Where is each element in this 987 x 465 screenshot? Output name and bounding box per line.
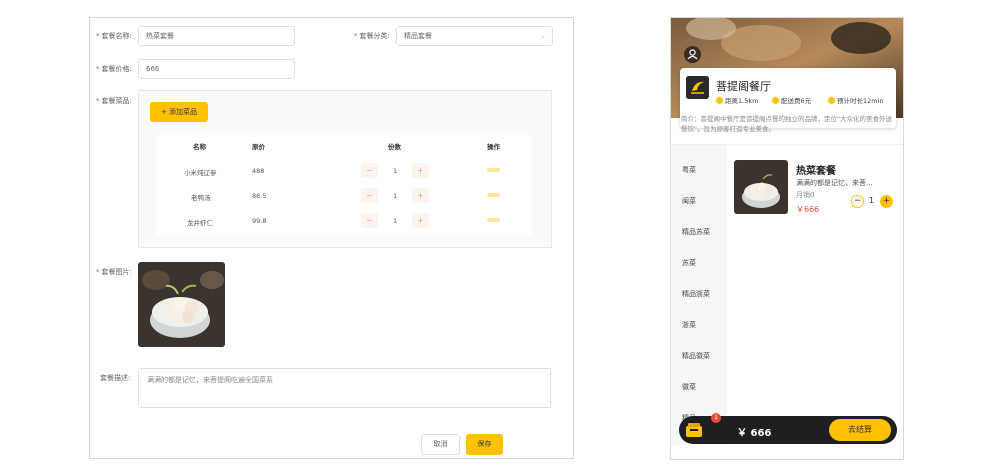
- delivery-fee-info: 配送费6元: [772, 95, 811, 105]
- col-header-name: 名称: [193, 143, 206, 151]
- dumpling-photo: [138, 262, 225, 347]
- chevron-down-icon: ⌄: [540, 32, 546, 40]
- setmeal-price-label: * 套餐价格:: [96, 65, 132, 73]
- location-icon: [716, 97, 723, 104]
- qty-minus-button[interactable]: −: [361, 163, 378, 178]
- category-item[interactable]: 精品苏菜: [682, 227, 710, 237]
- setmeal-category-label: * 套餐分类:: [354, 32, 390, 40]
- item-plus-button[interactable]: +: [880, 195, 893, 208]
- cart-bar: 1 ￥ 666 去结算: [679, 413, 897, 444]
- delete-dish-button[interactable]: [487, 168, 500, 172]
- category-sidebar: 粤菜 闽菜 精品苏菜 苏菜 精品浙菜 浙菜 精品徽菜 徽菜 精品: [671, 145, 727, 445]
- qty-plus-button[interactable]: +: [412, 188, 429, 203]
- setmeal-image-label: * 套餐图片:: [96, 268, 132, 276]
- col-header-price: 原价: [252, 143, 265, 151]
- menu-item-price: ￥666: [796, 205, 820, 214]
- category-item[interactable]: 苏菜: [682, 258, 696, 268]
- setmeal-edit-form: * 套餐名称: 热菜套餐 * 套餐分类: 精品套餐 ⌄ * 套餐价格: 666 * 套餐…: [89, 17, 574, 459]
- mobile-preview: 菩提阁餐厅 距离1.5km 配送费6元 预计时长12min 简介：菩提阁中餐厅是…: [670, 17, 904, 460]
- dish-name-cell: 老鸭汤: [191, 194, 211, 202]
- delete-dish-button[interactable]: [487, 218, 500, 222]
- menu-item-name: 热菜套餐: [796, 166, 836, 177]
- shop-logo-icon: [686, 76, 709, 99]
- qty-value[interactable]: 1: [393, 192, 397, 200]
- item-minus-button[interactable]: −: [851, 195, 864, 208]
- required-mark: *: [96, 32, 100, 40]
- required-mark: *: [96, 97, 100, 105]
- dish-name-cell: 小米炖辽参: [184, 169, 217, 177]
- setmeal-price-input[interactable]: 666: [138, 59, 295, 79]
- setmeal-category-select[interactable]: 精品套餐 ⌄: [396, 26, 553, 46]
- required-mark: *: [96, 65, 100, 73]
- category-item[interactable]: 精品浙菜: [682, 289, 710, 299]
- qty-value[interactable]: 1: [393, 217, 397, 225]
- qty-value[interactable]: 1: [393, 167, 397, 175]
- save-button[interactable]: 保存: [466, 434, 503, 455]
- cart-count-badge: 1: [711, 413, 721, 423]
- item-count: 1: [869, 196, 875, 205]
- distance-info: 距离1.5km: [716, 95, 758, 105]
- required-mark: *: [354, 32, 358, 40]
- col-header-portions: 份数: [388, 143, 401, 151]
- cancel-button[interactable]: 取消: [421, 434, 460, 455]
- setmeal-desc-textarea[interactable]: 满满的都是记忆，来菩提阁吃遍全国菜系: [138, 368, 551, 408]
- user-icon[interactable]: [684, 46, 701, 63]
- dish-section: + 添加菜品 名称 原价 份数 操作 小米炖辽参 488 − 1 + 老鸭汤 8…: [138, 90, 552, 248]
- col-header-actions: 操作: [487, 143, 500, 151]
- dish-price-cell: 86.5: [252, 192, 267, 200]
- dish-price-cell: 99.8: [252, 217, 267, 225]
- menu-item-sales: 月销0: [796, 191, 815, 199]
- shop-name: 菩提阁餐厅: [716, 80, 771, 93]
- add-dish-button[interactable]: + 添加菜品: [150, 102, 208, 122]
- delete-dish-button[interactable]: [487, 193, 500, 197]
- category-item[interactable]: 精品徽菜: [682, 351, 710, 361]
- shop-intro: 简介：菩提阁中餐厅是菩提阁点餐的独立的品牌，定位"大众化的美食外送餐饮"，旨为顾…: [681, 115, 892, 133]
- category-item[interactable]: 徽菜: [682, 382, 696, 392]
- checkout-button[interactable]: 去结算: [829, 419, 891, 441]
- delivery-fee-icon: [772, 97, 779, 104]
- category-item[interactable]: 闽菜: [682, 196, 696, 206]
- qty-minus-button[interactable]: −: [361, 213, 378, 228]
- category-item[interactable]: 粤菜: [682, 165, 696, 175]
- setmeal-name-label: * 套餐名称:: [96, 32, 132, 40]
- cart-icon[interactable]: [684, 420, 706, 440]
- setmeal-name-input[interactable]: 热菜套餐: [138, 26, 295, 46]
- menu-item-desc: 满满的都是记忆，来菩...: [796, 179, 873, 187]
- dish-name-cell: 龙井虾仁: [187, 219, 213, 227]
- required-mark: *: [96, 268, 100, 276]
- delivery-time-info: 预计时长12min: [828, 95, 884, 105]
- menu-item-image[interactable]: [734, 160, 788, 214]
- setmeal-dishes-label: * 套餐菜品:: [96, 97, 132, 105]
- qty-plus-button[interactable]: +: [412, 163, 429, 178]
- clock-icon: [828, 97, 835, 104]
- qty-plus-button[interactable]: +: [412, 213, 429, 228]
- cart-total: ￥ 666: [737, 428, 772, 439]
- dish-price-cell: 488: [252, 167, 265, 175]
- dish-table: 名称 原价 份数 操作 小米炖辽参 488 − 1 + 老鸭汤 86.5 − 1…: [156, 135, 532, 235]
- qty-minus-button[interactable]: −: [361, 188, 378, 203]
- category-item[interactable]: 浙菜: [682, 320, 696, 330]
- setmeal-desc-label: 套餐描述:: [100, 374, 131, 382]
- setmeal-image-upload[interactable]: [138, 262, 225, 347]
